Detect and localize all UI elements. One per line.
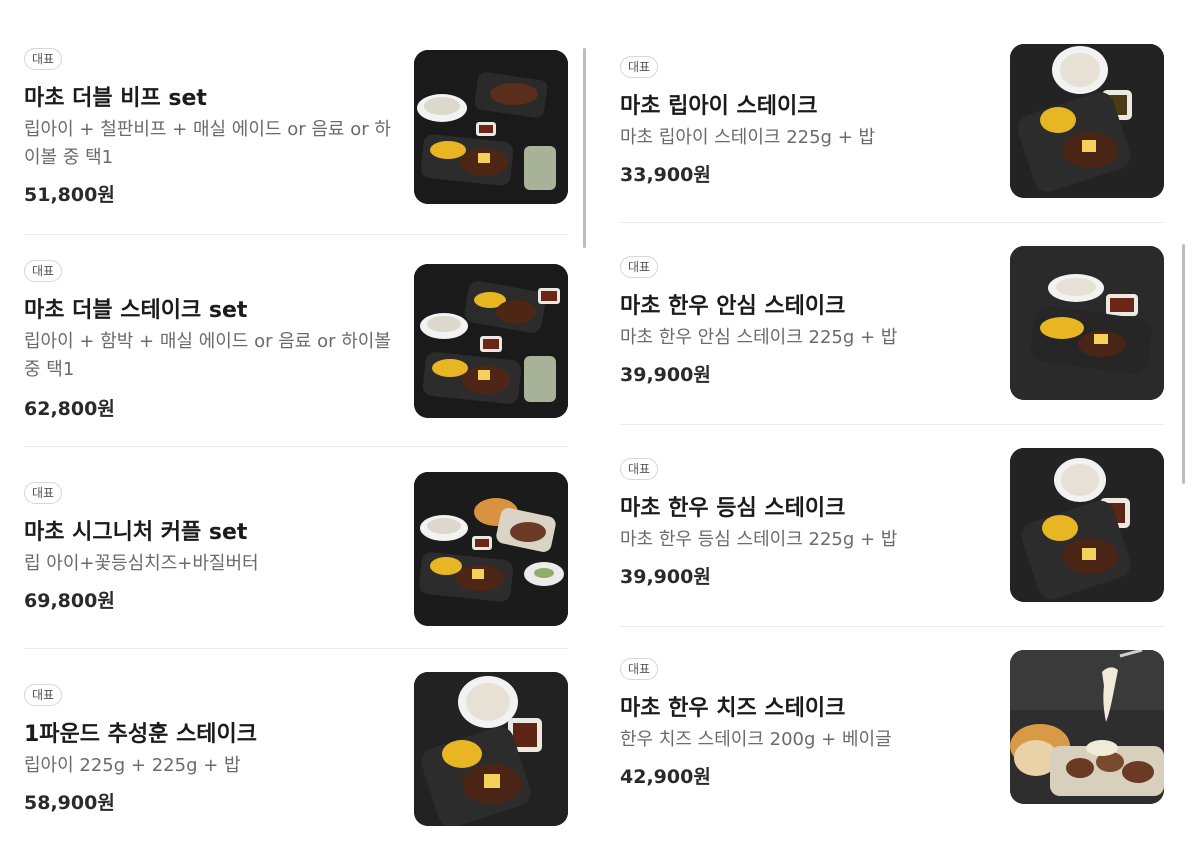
divider — [24, 446, 568, 447]
menu-item-photo[interactable] — [414, 50, 568, 204]
signature-badge: 대표 — [24, 48, 63, 70]
menu-item[interactable]: 대표 1파운드 추성훈 스테이크 립아이 225g + 225g + 밥 58,… — [24, 672, 568, 834]
menu-item-name: 마초 시그니처 커플 set — [24, 520, 248, 545]
menu-item-price: 58,900원 — [24, 792, 115, 814]
menu-item-name: 마초 한우 안심 스테이크 — [620, 294, 846, 319]
menu-item-description: 립아이 225g + 225g + 밥 — [24, 755, 241, 776]
menu-item-photo[interactable] — [1010, 448, 1164, 602]
divider — [24, 648, 568, 649]
menu-item-price: 33,900원 — [620, 164, 711, 186]
divider — [24, 234, 568, 235]
menu-item-photo[interactable] — [1010, 650, 1164, 804]
menu-item-price: 39,900원 — [620, 364, 711, 386]
menu-item-description: 마초 한우 등심 스테이크 225g + 밥 — [620, 529, 898, 550]
menu-item[interactable]: 대표 마초 한우 안심 스테이크 마초 한우 안심 스테이크 225g + 밥 … — [620, 246, 1164, 406]
menu-item-price: 62,800원 — [24, 398, 115, 420]
menu-item[interactable]: 대표 마초 립아이 스테이크 마초 립아이 스테이크 225g + 밥 33,9… — [620, 44, 1164, 206]
menu-item-photo[interactable] — [1010, 44, 1164, 198]
menu-item-description: 마초 립아이 스테이크 225g + 밥 — [620, 127, 876, 148]
menu-item-price: 51,800원 — [24, 184, 115, 206]
left-scrollbar[interactable] — [583, 48, 586, 248]
menu-item-description: 립아이 + 함박 + 매실 에이드 or 음료 or 하이볼 중 택1 — [24, 331, 391, 380]
menu-item-description: 한우 치즈 스테이크 200g + 베이글 — [620, 729, 892, 750]
menu-item-name: 마초 립아이 스테이크 — [620, 94, 818, 119]
signature-badge: 대표 — [620, 658, 659, 680]
menu-item-photo[interactable] — [414, 672, 568, 826]
menu-item-name: 마초 더블 비프 set — [24, 86, 207, 111]
menu-item-photo[interactable] — [1010, 246, 1164, 400]
signature-badge: 대표 — [620, 256, 659, 278]
menu-item[interactable]: 대표 마초 더블 스테이크 set 립아이 + 함박 + 매실 에이드 or 음… — [24, 260, 568, 420]
menu-item-price: 69,800원 — [24, 590, 115, 612]
menu-item[interactable]: 대표 마초 더블 비프 set 립아이 + 철판비프 + 매실 에이드 or 음… — [24, 48, 568, 208]
divider — [620, 424, 1164, 425]
signature-badge: 대표 — [24, 482, 63, 504]
menu-item-price: 42,900원 — [620, 766, 711, 788]
menu-item-photo[interactable] — [414, 472, 568, 626]
menu-item-photo[interactable] — [414, 264, 568, 418]
signature-badge: 대표 — [24, 260, 63, 282]
menu-item-name: 마초 더블 스테이크 set — [24, 298, 248, 323]
menu-item-name: 마초 한우 치즈 스테이크 — [620, 696, 846, 721]
menu-item-name: 마초 한우 등심 스테이크 — [620, 496, 846, 521]
right-scrollbar[interactable] — [1182, 244, 1185, 484]
menu-item-name: 1파운드 추성훈 스테이크 — [24, 722, 258, 747]
menu-item-description: 립아이 + 철판비프 + 매실 에이드 or 음료 or 하이볼 중 택1 — [24, 119, 391, 168]
menu-item[interactable]: 대표 마초 한우 치즈 스테이크 한우 치즈 스테이크 200g + 베이글 4… — [620, 650, 1164, 808]
signature-badge: 대표 — [620, 458, 659, 480]
menu-item[interactable]: 대표 마초 시그니처 커플 set 립 아이+꽃등심치즈+바질버터 69,800… — [24, 472, 568, 632]
divider — [620, 222, 1164, 223]
divider — [620, 626, 1164, 627]
menu-item-description: 마초 한우 안심 스테이크 225g + 밥 — [620, 327, 898, 348]
menu-item[interactable]: 대표 마초 한우 등심 스테이크 마초 한우 등심 스테이크 225g + 밥 … — [620, 448, 1164, 608]
menu-item-price: 39,900원 — [620, 566, 711, 588]
menu-item-description: 립 아이+꽃등심치즈+바질버터 — [24, 553, 259, 574]
signature-badge: 대표 — [620, 56, 659, 78]
signature-badge: 대표 — [24, 684, 63, 706]
